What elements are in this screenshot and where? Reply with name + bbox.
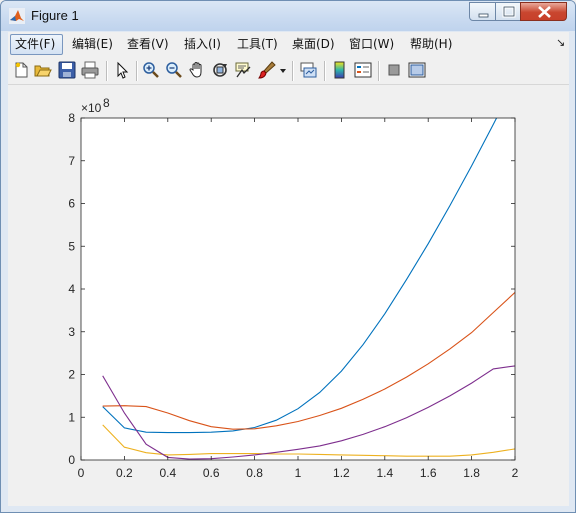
figure-toolbar [8, 57, 569, 85]
rotate-icon[interactable] [211, 61, 229, 79]
y-tick-label: 0 [68, 453, 75, 467]
x-tick-label: 0.4 [159, 466, 176, 480]
x-tick-label: 0.6 [203, 466, 220, 480]
x-tick-label: 2 [512, 466, 519, 480]
figure-window: Figure 1 文件(F) 编辑(E) 查看(V) 插入(I) 工具(T) 桌… [0, 0, 576, 513]
save-icon[interactable] [58, 61, 76, 79]
y-exponent-power: 8 [103, 96, 110, 110]
pointer-icon[interactable] [113, 61, 131, 79]
y-tick-label: 6 [68, 197, 75, 211]
minimize-icon [478, 13, 489, 18]
menu-overflow-icon[interactable]: ↘ [556, 36, 565, 49]
y-tick-label: 1 [68, 410, 75, 424]
y-tick-label: 5 [68, 239, 75, 253]
brush-icon[interactable] [258, 61, 276, 79]
open-icon[interactable] [34, 61, 52, 79]
x-tick-label: 1.8 [463, 466, 480, 480]
menu-desktop[interactable]: 桌面(D) [288, 34, 339, 55]
y-tick-label: 3 [68, 325, 75, 339]
maximize-icon [502, 5, 516, 18]
toolbar-separator [136, 61, 138, 81]
colorbar-icon[interactable] [331, 61, 349, 79]
y-tick-label: 8 [68, 111, 75, 125]
data-cursor-icon[interactable] [234, 61, 252, 79]
x-tick-label: 0 [78, 466, 85, 480]
link-icon[interactable] [299, 61, 317, 79]
menu-help[interactable]: 帮助(H) [406, 34, 456, 55]
new-figure-icon[interactable] [12, 61, 30, 79]
menu-file[interactable]: 文件(F) [10, 34, 63, 55]
x-tick-label: 0.2 [116, 466, 133, 480]
toolbar-separator [378, 61, 380, 81]
y-tick-label: 7 [68, 154, 75, 168]
y-tick-label: 4 [68, 282, 75, 296]
menu-insert[interactable]: 插入(I) [180, 34, 225, 55]
menu-bar: 文件(F) 编辑(E) 查看(V) 插入(I) 工具(T) 桌面(D) 窗口(W… [8, 32, 569, 57]
toolbar-separator [324, 61, 326, 81]
minimize-button[interactable] [469, 2, 496, 21]
dropdown-icon[interactable] [278, 61, 288, 79]
pan-icon[interactable] [188, 61, 206, 79]
x-tick-label: 1.2 [333, 466, 350, 480]
legend-icon[interactable] [354, 61, 372, 79]
print-icon[interactable] [81, 61, 99, 79]
window-title: Figure 1 [31, 8, 79, 23]
menu-edit[interactable]: 编辑(E) [68, 34, 117, 55]
x-tick-label: 1 [295, 466, 302, 480]
x-tick-label: 0.8 [246, 466, 263, 480]
line-chart[interactable]: 0 0.2 0.4 0.6 0.8 1 1.2 1.4 1.6 1.8 2012345678×10 8 [8, 85, 569, 506]
close-icon [538, 6, 551, 18]
toolbar-separator [106, 61, 108, 81]
title-bar[interactable]: Figure 1 [1, 1, 575, 31]
toolbar-separator [292, 61, 294, 81]
y-exponent-label: ×10 [81, 101, 102, 115]
matlab-logo-icon [9, 8, 25, 24]
show-plot-tools-icon[interactable] [408, 61, 426, 79]
x-tick-label: 1.4 [376, 466, 393, 480]
close-button[interactable] [520, 2, 567, 21]
y-tick-label: 2 [68, 368, 75, 382]
hide-plot-tools-icon[interactable] [385, 61, 403, 79]
figure-canvas[interactable]: 0 0.2 0.4 0.6 0.8 1 1.2 1.4 1.6 1.8 2 0 1 2 3 4 5 6 7 8 ×10 8 [8, 85, 569, 506]
x-tick-label: 1.6 [420, 466, 437, 480]
menu-tools[interactable]: 工具(T) [233, 34, 282, 55]
maximize-button[interactable] [495, 2, 521, 21]
zoom-in-icon[interactable] [142, 61, 160, 79]
menu-view[interactable]: 查看(V) [123, 34, 173, 55]
menu-window[interactable]: 窗口(W) [345, 34, 398, 55]
zoom-out-icon[interactable] [165, 61, 183, 79]
